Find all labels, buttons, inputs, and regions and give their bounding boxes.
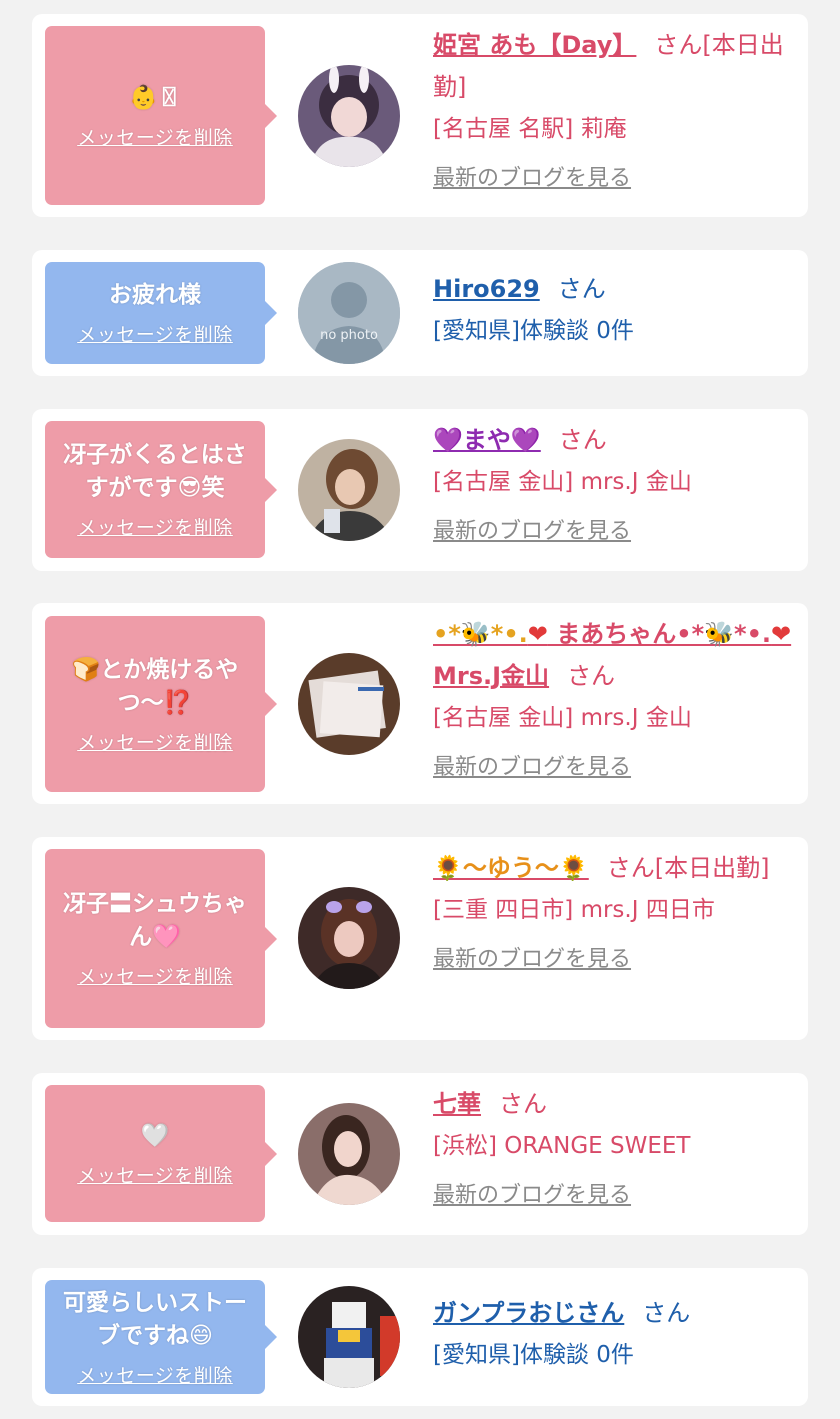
- shop-info: [愛知県]体験談 0件: [433, 318, 634, 344]
- heart-icon: ❤: [771, 620, 792, 648]
- message-bubble: お疲れ様 メッセージを削除: [45, 262, 277, 364]
- latest-blog-link[interactable]: 最新のブログを見る: [433, 160, 631, 192]
- message-text: 冴子がくるとはさすがです😎笑: [63, 442, 247, 501]
- latest-blog-link[interactable]: 最新のブログを見る: [433, 941, 631, 973]
- avatar[interactable]: [298, 887, 400, 989]
- delete-message-link[interactable]: メッセージを削除: [77, 513, 233, 540]
- shop-info: [名古屋 名駅] 莉庵: [433, 116, 627, 142]
- message-bubble: 可愛らしいストーブですね😄 メッセージを削除: [45, 1280, 277, 1394]
- latest-blog-link[interactable]: 最新のブログを見る: [433, 749, 631, 781]
- avatar[interactable]: [298, 1286, 400, 1388]
- message-text: 🤍: [140, 1122, 170, 1149]
- san-label: さん: [567, 662, 616, 690]
- san-label: さん: [558, 426, 607, 454]
- delete-message-link[interactable]: メッセージを削除: [77, 728, 233, 755]
- sender-info: 💜まや💜 さん [名古屋 金山] mrs.J 金山 最新のブログを見る: [433, 419, 793, 545]
- sender-name-link[interactable]: 💜まや💜: [433, 426, 541, 454]
- heart-icon: ❤: [527, 620, 548, 648]
- message-card: お疲れ様 メッセージを削除 no photo Hiro629 さん [愛知県]体験…: [32, 250, 808, 376]
- sender-name: 🌻〜ゆう〜🌻: [433, 854, 589, 882]
- sender-name-link[interactable]: ガンプラおじさん: [433, 1299, 624, 1327]
- delete-message-link[interactable]: メッセージを削除: [77, 1361, 233, 1388]
- delete-message-link[interactable]: メッセージを削除: [77, 320, 233, 347]
- san-label: さん: [606, 854, 655, 882]
- shop-info: [名古屋 金山] mrs.J 金山: [433, 705, 692, 731]
- avatar[interactable]: [298, 439, 400, 541]
- message-card: 🤍 メッセージを削除 七華 さん [浜松] ORANGE SWEET 最新のブログ…: [32, 1073, 808, 1235]
- shop-info: [浜松] ORANGE SWEET: [433, 1133, 691, 1159]
- avatar[interactable]: [298, 65, 400, 167]
- latest-blog-link[interactable]: 最新のブログを見る: [433, 513, 631, 545]
- san-label: さん: [654, 31, 703, 59]
- san-label: さん: [499, 1090, 547, 1118]
- message-bubble: 冴子がくるとはさすがです😎笑 メッセージを削除: [45, 421, 277, 558]
- shop-info: [三重 四日市] mrs.J 四日市: [433, 897, 715, 923]
- sender-name-link[interactable]: Hiro629: [433, 275, 540, 303]
- message-card: 冴子がくるとはさすがです😎笑 メッセージを削除 💜まや💜 さん [名古屋 金山] …: [32, 409, 808, 571]
- message-card: 可愛らしいストーブですね😄 メッセージを削除 ガンプラおじさん さん [愛知県]体…: [32, 1268, 808, 1406]
- message-text: 🍞とか焼けるやつ〜⁉️: [71, 656, 239, 716]
- sender-info: 🌻〜ゆう〜🌻 さん[本日出勤] [三重 四日市] mrs.J 四日市 最新のブログ…: [433, 847, 793, 973]
- delete-message-link[interactable]: メッセージを削除: [77, 123, 233, 150]
- sender-name-link[interactable]: 🌻〜ゆう〜🌻: [433, 854, 589, 882]
- message-bubble: 冴子〓シュウちゃん🩷 メッセージを削除: [45, 849, 277, 1028]
- status-text: [本日出勤]: [654, 854, 770, 882]
- sender-info: 姫宮 あも【Day】 さん[本日出勤] [名古屋 名駅] 莉庵 最新のブログを見る: [433, 24, 793, 192]
- sender-name-link[interactable]: 七華: [433, 1090, 481, 1118]
- delete-message-link[interactable]: メッセージを削除: [77, 1161, 233, 1188]
- sender-name-part: Mrs.J金山: [433, 662, 550, 690]
- message-text: お疲れ様: [109, 282, 201, 308]
- avatar[interactable]: [298, 1103, 400, 1205]
- san-label: さん: [557, 275, 606, 303]
- message-card: 冴子〓シュウちゃん🩷 メッセージを削除 🌻〜ゆう〜🌻 さん[本日出勤] [三重 四…: [32, 837, 808, 1040]
- sender-name-link[interactable]: 姫宮 あも【Day】: [433, 31, 636, 59]
- latest-blog-link[interactable]: 最新のブログを見る: [433, 1177, 631, 1209]
- sender-info: •*🐝*•.❤ まあちゃん•*🐝*•.❤Mrs.J金山 さん [名古屋 金山] m…: [433, 613, 793, 781]
- message-bubble: 🤍 メッセージを削除: [45, 1085, 277, 1222]
- message-bubble: 👶〿 メッセージを削除: [45, 26, 277, 205]
- message-text: 可愛らしいストーブですね😄: [63, 1289, 247, 1349]
- shop-info: [愛知県]体験談 0件: [433, 1342, 634, 1368]
- message-card: 🍞とか焼けるやつ〜⁉️ メッセージを削除 •*🐝*•.❤ まあちゃん•*🐝*•.…: [32, 603, 808, 804]
- avatar[interactable]: [298, 653, 400, 755]
- san-label: さん: [642, 1299, 691, 1327]
- message-bubble: 🍞とか焼けるやつ〜⁉️ メッセージを削除: [45, 616, 277, 792]
- sender-info: ガンプラおじさん さん [愛知県]体験談 0件: [433, 1292, 793, 1376]
- sender-name-part: •*🐝*•.: [433, 620, 528, 648]
- message-text: 冴子〓シュウちゃん🩷: [63, 891, 247, 950]
- delete-message-link[interactable]: メッセージを削除: [77, 962, 233, 989]
- sender-info: Hiro629 さん [愛知県]体験談 0件: [433, 268, 793, 352]
- message-card: 👶〿 メッセージを削除 姫宮 あも【Day】 さん[本日出勤] [名古屋 名駅] …: [32, 14, 808, 217]
- no-photo-label: no photo: [320, 328, 378, 343]
- sender-name-part: まあちゃん•*🐝*•.: [547, 620, 772, 648]
- message-text: 👶〿: [129, 84, 181, 111]
- avatar[interactable]: no photo: [298, 262, 400, 364]
- shop-info: [名古屋 金山] mrs.J 金山: [433, 469, 692, 495]
- sender-info: 七華 さん [浜松] ORANGE SWEET 最新のブログを見る: [433, 1083, 793, 1209]
